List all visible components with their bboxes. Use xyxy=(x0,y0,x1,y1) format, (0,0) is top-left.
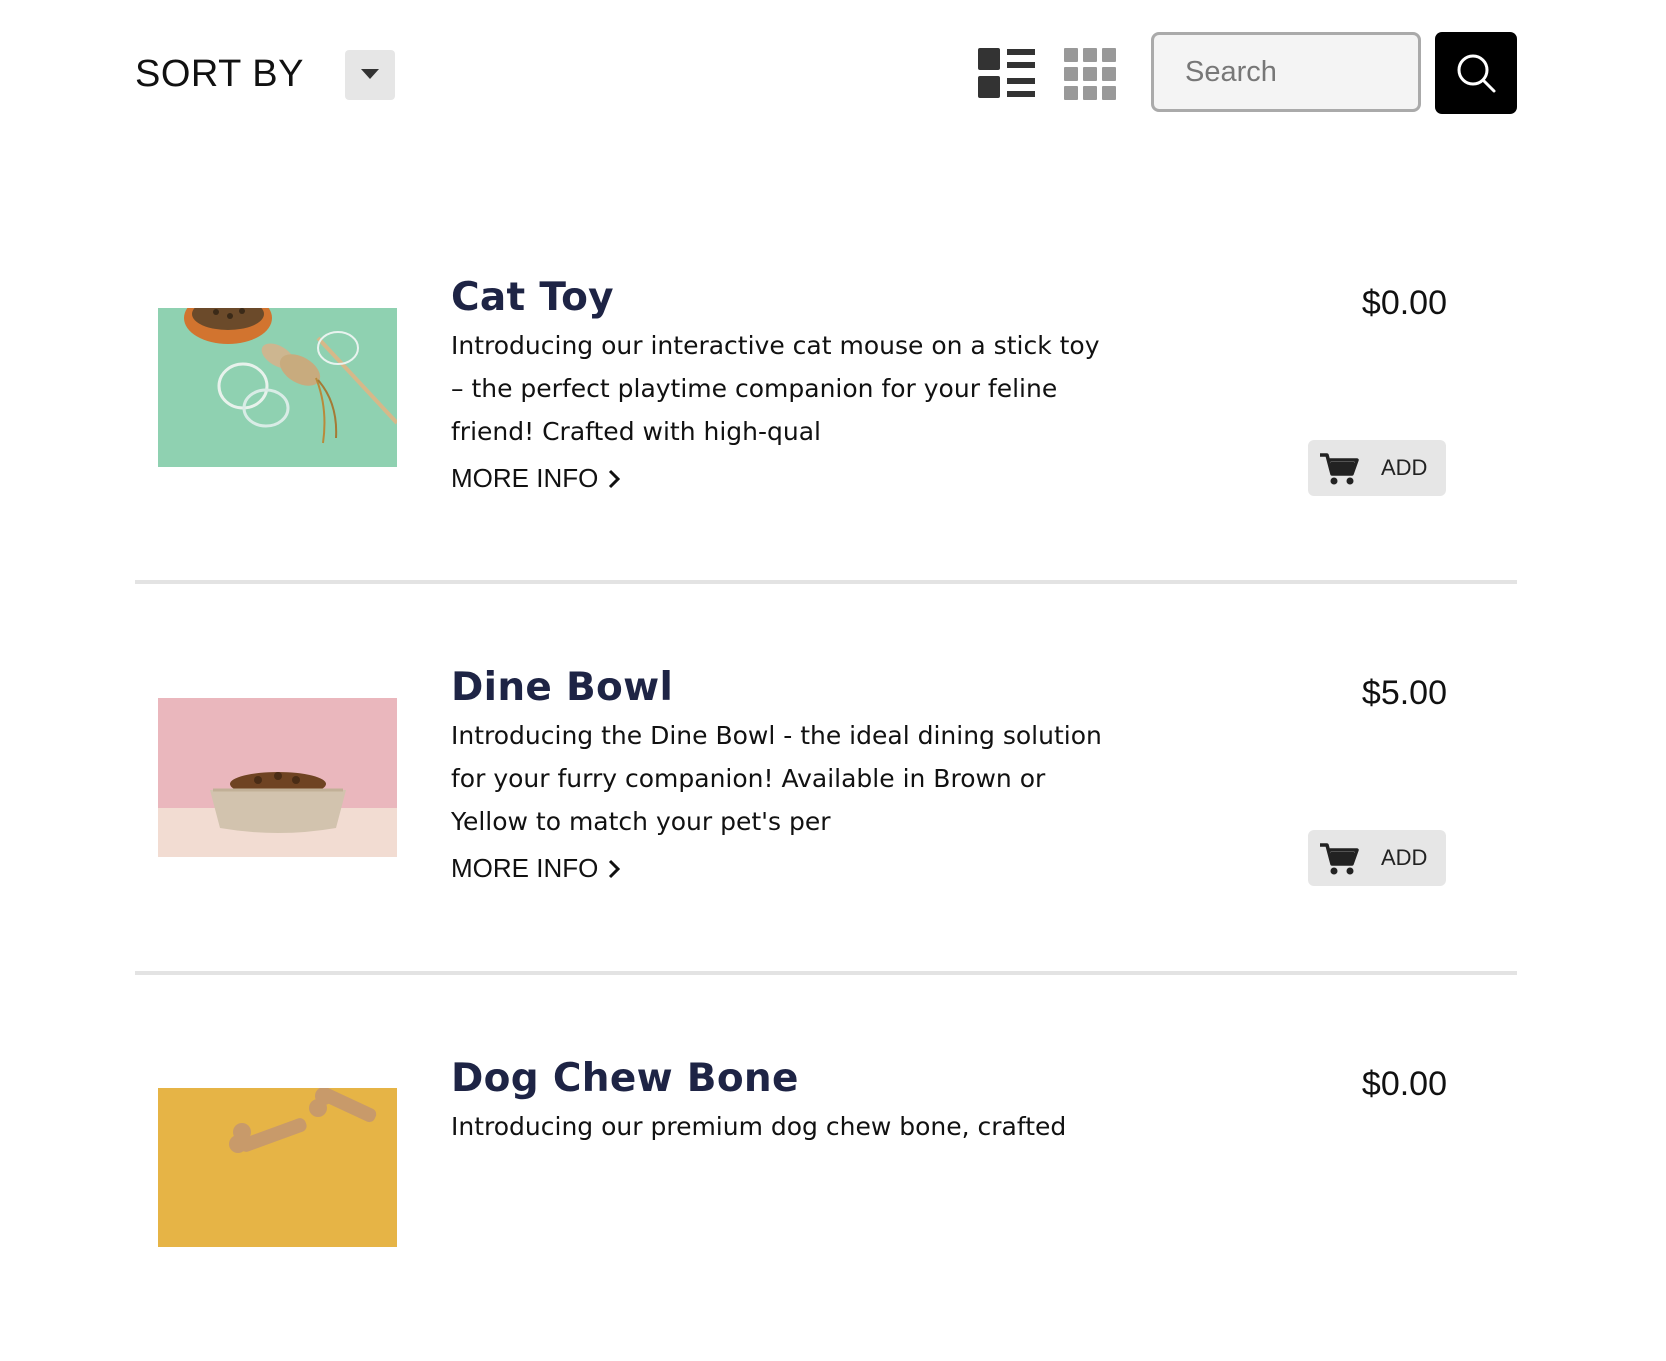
product-price: $0.00 xyxy=(1361,1065,1447,1103)
product-item: Dine Bowl Introducing the Dine Bowl - th… xyxy=(135,580,1517,970)
product-price: $0.00 xyxy=(1361,284,1447,322)
add-to-cart-button[interactable]: ADD xyxy=(1308,830,1446,886)
product-description: Introducing our premium dog chew bone, c… xyxy=(451,1112,1067,1141)
product-description: Introducing our interactive cat mouse on… xyxy=(451,331,1100,446)
caret-down-icon xyxy=(361,69,379,79)
divider xyxy=(135,580,1517,584)
more-info-link[interactable]: MORE INFO xyxy=(451,462,621,496)
sort-dropdown-button[interactable] xyxy=(345,50,395,100)
toolbar: SORT BY xyxy=(0,0,1666,150)
product-description: Introducing the Dine Bowl - the ideal di… xyxy=(451,721,1102,836)
product-item: Cat Toy Introducing our interactive cat … xyxy=(135,190,1517,580)
cart-icon xyxy=(1320,453,1359,485)
search-field[interactable] xyxy=(1151,32,1421,112)
product-item: Dog Chew Bone Introducing our premium do… xyxy=(135,971,1517,1361)
product-name[interactable]: Cat Toy xyxy=(451,274,614,322)
sort-by-label: SORT BY xyxy=(135,53,304,95)
more-info-label: MORE INFO xyxy=(451,853,599,883)
search-input[interactable] xyxy=(1154,35,1418,109)
add-label: ADD xyxy=(1381,845,1428,870)
add-to-cart-button[interactable]: ADD xyxy=(1308,440,1446,496)
add-label: ADD xyxy=(1381,455,1428,480)
chevron-right-icon xyxy=(608,854,621,886)
product-image-dine-bowl[interactable] xyxy=(158,698,397,857)
product-price: $5.00 xyxy=(1361,674,1447,712)
cart-icon xyxy=(1320,843,1359,875)
divider xyxy=(135,971,1517,975)
search-button[interactable] xyxy=(1435,32,1517,114)
list-view-icon xyxy=(978,48,1035,98)
grid-view-button[interactable] xyxy=(1064,48,1116,100)
product-image-cat-toy[interactable] xyxy=(158,308,397,467)
product-name[interactable]: Dog Chew Bone xyxy=(451,1055,799,1103)
chevron-right-icon xyxy=(608,464,621,496)
product-name[interactable]: Dine Bowl xyxy=(451,664,673,712)
product-image-dog-chew-bone[interactable] xyxy=(158,1088,397,1247)
grid-view-icon xyxy=(1064,48,1116,100)
search-icon xyxy=(1457,54,1496,93)
list-view-button[interactable] xyxy=(978,48,1036,100)
more-info-link[interactable]: MORE INFO xyxy=(451,852,621,886)
more-info-label: MORE INFO xyxy=(451,463,599,493)
